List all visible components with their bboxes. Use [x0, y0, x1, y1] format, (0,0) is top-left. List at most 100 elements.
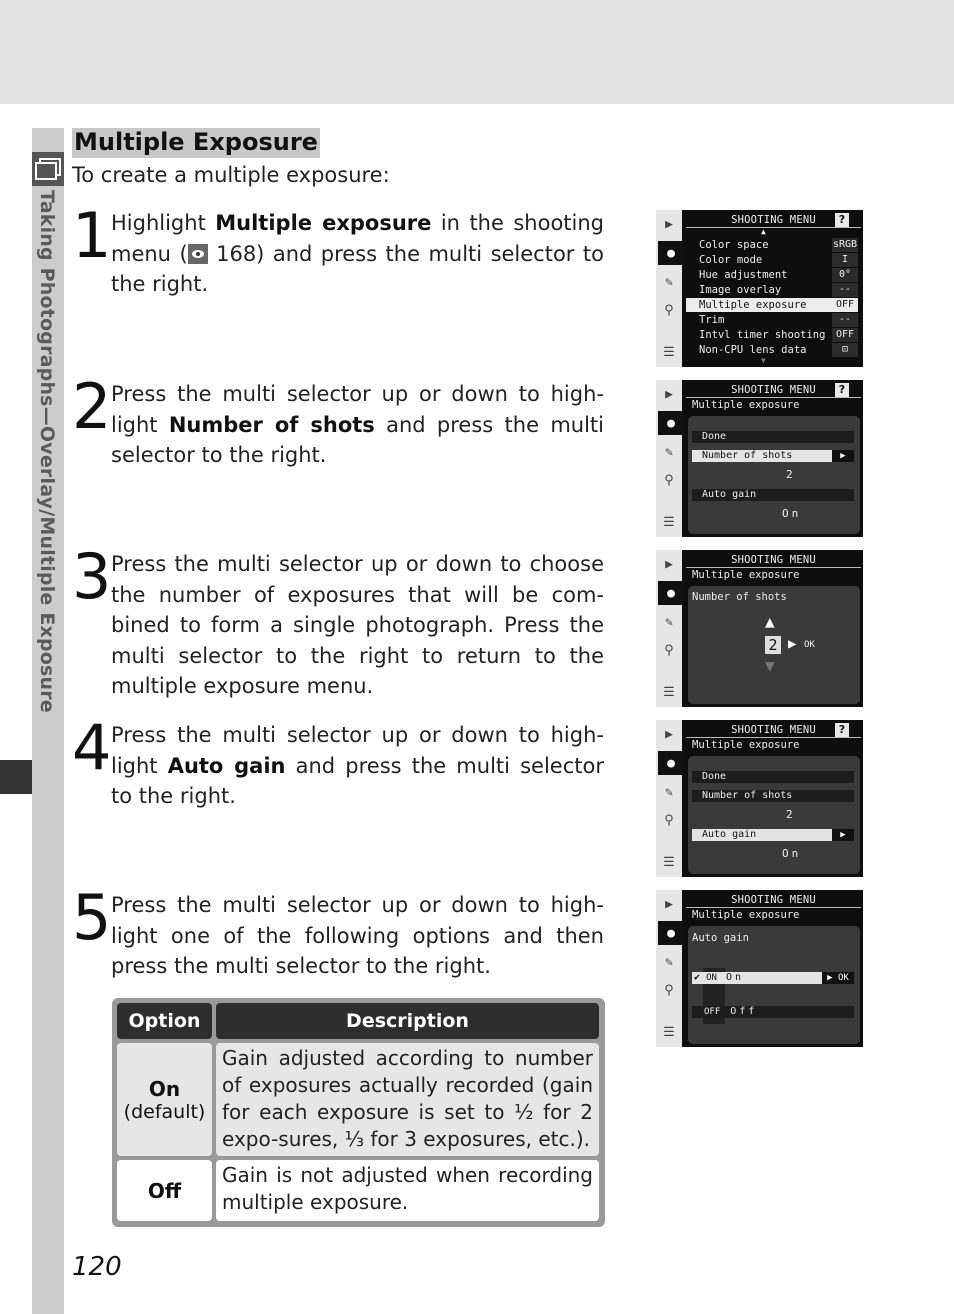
- table-header-option: Option: [117, 1003, 212, 1039]
- multiple-exposure-section-icon: [32, 152, 64, 186]
- decrease-arrow-icon[interactable]: ▼: [765, 656, 775, 675]
- menu-item[interactable]: Trim --: [686, 313, 858, 327]
- menu-item-auto-gain[interactable]: Auto gain ▶: [692, 829, 854, 841]
- menu-item[interactable]: Non-CPU lens data ⊡: [686, 343, 858, 357]
- ok-label: OK: [804, 640, 815, 650]
- wrench-icon: ⚲: [664, 982, 674, 998]
- camera-screen-number-of-shots: ▶ ● ✎ ⚲ ☰ SHOOTING MENU ? Multiple expos…: [656, 380, 863, 537]
- menu-item-selected[interactable]: Multiple exposure OFF: [686, 298, 858, 312]
- menu-item[interactable]: Color mode I: [686, 253, 858, 267]
- options-label: Auto gain: [692, 932, 749, 944]
- menu-header: SHOOTING MENU: [686, 892, 861, 908]
- custom-menu-icon: ☰: [663, 684, 675, 700]
- check-icon: ✔: [694, 972, 701, 983]
- increase-arrow-icon[interactable]: ▲: [765, 612, 775, 631]
- table-header-description: Description: [216, 1003, 599, 1039]
- camera-icon: ●: [658, 411, 684, 435]
- scroll-down-icon: ▼: [761, 356, 766, 365]
- chapter-thumb-tab: [0, 760, 32, 794]
- pencil-icon: ✎: [665, 954, 673, 970]
- help-icon: ?: [835, 723, 849, 737]
- pencil-icon: ✎: [665, 444, 673, 460]
- menu-rail: ▶ ● ✎ ⚲ ☰: [656, 720, 684, 877]
- menu-rail: ▶ ● ✎ ⚲ ☰: [656, 890, 684, 1047]
- step-text: Highlight Multiple exposure in the shoot…: [111, 211, 605, 296]
- pencil-icon: ✎: [665, 274, 673, 290]
- table-row-description: Gain adjusted according to number of exp…: [216, 1043, 599, 1156]
- camera-icon: ●: [658, 581, 684, 605]
- playback-icon: ▶: [665, 726, 673, 742]
- camera-screen-auto-gain-selected: ▶ ● ✎ ⚲ ☰ SHOOTING MENU ? Multiple expos…: [656, 720, 863, 877]
- submenu-title: Multiple exposure: [692, 909, 800, 921]
- camera-icon: ●: [658, 921, 684, 945]
- right-arrow-icon: ▶: [832, 829, 854, 841]
- section-tab-text: Taking Photographs—Overlay/Multiple Expo…: [36, 190, 58, 713]
- page-number: 120: [72, 1252, 122, 1282]
- custom-menu-icon: ☰: [663, 854, 675, 870]
- custom-menu-icon: ☰: [663, 344, 675, 360]
- wrench-icon: ⚲: [664, 472, 674, 488]
- auto-gain-value: On: [782, 847, 802, 860]
- table-row-description: Gain is not adjusted when recording mult…: [216, 1160, 599, 1221]
- submenu-title: Multiple exposure: [692, 569, 800, 581]
- shots-picker-value[interactable]: 2: [765, 636, 781, 654]
- menu-item-done[interactable]: Done: [692, 431, 854, 443]
- step-text: Press the multi selector up or down to h…: [111, 382, 604, 467]
- camera-icon: ●: [658, 751, 684, 775]
- step-number: 2: [72, 370, 112, 443]
- playback-icon: ▶: [665, 896, 673, 912]
- ok-arrow: ▶ OK: [822, 972, 854, 984]
- page-title: Multiple Exposure: [72, 128, 320, 158]
- step-number: 1: [72, 199, 112, 272]
- menu-guide-icon: [187, 243, 208, 264]
- auto-gain-options-table: Option Description On (default) Gain adju…: [112, 998, 605, 1227]
- option-off[interactable]: OFF Off: [692, 1006, 854, 1018]
- table-row-option: On (default): [117, 1043, 212, 1156]
- section-tab-label: Taking Photographs—Overlay/Multiple Expo…: [36, 190, 60, 713]
- wrench-icon: ⚲: [664, 642, 674, 658]
- help-icon: ?: [835, 383, 849, 397]
- camera-screen-shots-picker: ▶ ● ✎ ⚲ ☰ SHOOTING MENU Multiple exposur…: [656, 550, 863, 707]
- submenu-title: Multiple exposure: [692, 399, 800, 411]
- wrench-icon: ⚲: [664, 812, 674, 828]
- shots-value: 2: [786, 808, 793, 821]
- option-on[interactable]: ✔ ON On ▶ OK: [692, 972, 854, 984]
- confirm-arrow-icon: ▶: [788, 636, 797, 652]
- custom-menu-icon: ☰: [663, 514, 675, 530]
- menu-item-done[interactable]: Done: [692, 771, 854, 783]
- camera-screen-auto-gain-options: ▶ ● ✎ ⚲ ☰ SHOOTING MENU Multiple exposur…: [656, 890, 863, 1047]
- custom-menu-icon: ☰: [663, 1024, 675, 1040]
- menu-header: SHOOTING MENU: [686, 552, 861, 568]
- menu-rail: ▶ ● ✎ ⚲ ☰: [656, 380, 684, 537]
- step-text: Press the multi selector up or down to c…: [111, 552, 604, 698]
- table-row-option: Off: [117, 1160, 212, 1221]
- wrench-icon: ⚲: [664, 302, 674, 318]
- pencil-icon: ✎: [665, 614, 673, 630]
- step-text: Press the multi selector up or down to h…: [111, 723, 604, 808]
- menu-item-number-of-shots[interactable]: Number of shots ▶: [692, 450, 854, 462]
- menu-item[interactable]: Image overlay --: [686, 283, 858, 297]
- playback-icon: ▶: [665, 556, 673, 572]
- menu-item[interactable]: Hue adjustment 0°: [686, 268, 858, 282]
- menu-item-auto-gain[interactable]: Auto gain: [692, 489, 854, 501]
- step-number: 3: [72, 540, 112, 613]
- auto-gain-value: On: [782, 507, 802, 520]
- picker-label: Number of shots: [692, 591, 787, 603]
- playback-icon: ▶: [665, 216, 673, 232]
- right-arrow-icon: ▶: [832, 450, 854, 462]
- step-number: 5: [72, 881, 112, 954]
- step-number: 4: [72, 711, 112, 784]
- playback-icon: ▶: [665, 386, 673, 402]
- shots-value: 2: [786, 468, 793, 481]
- camera-screen-shooting-menu: ▶ ● ✎ ⚲ ☰ SHOOTING MENU ? ▲ Color space s…: [656, 210, 863, 367]
- menu-item[interactable]: Color space sRGB: [686, 238, 858, 252]
- step-text: Press the multi selector up or down to h…: [111, 893, 604, 978]
- menu-rail: ▶ ● ✎ ⚲ ☰: [656, 210, 684, 367]
- submenu-title: Multiple exposure: [692, 739, 800, 751]
- pencil-icon: ✎: [665, 784, 673, 800]
- menu-item-number-of-shots[interactable]: Number of shots: [692, 790, 854, 802]
- camera-icon: ●: [658, 241, 684, 265]
- menu-rail: ▶ ● ✎ ⚲ ☰: [656, 550, 684, 707]
- page-top-band: [0, 0, 954, 104]
- menu-item[interactable]: Intvl timer shooting OFF: [686, 328, 858, 342]
